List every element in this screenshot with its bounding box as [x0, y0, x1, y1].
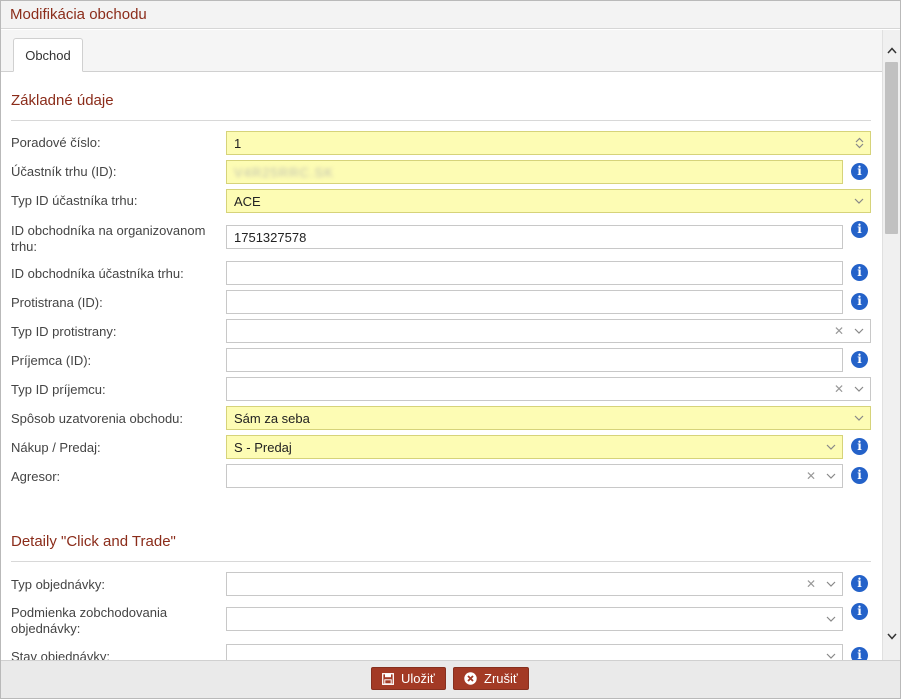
- label-podmienka: Podmienka zobchodovania objednávky:: [11, 605, 168, 636]
- save-label: Uložiť: [401, 671, 435, 686]
- cancel-icon: [464, 672, 477, 685]
- label-ucastnik-trhu: Účastník trhu (ID):: [11, 164, 117, 179]
- info-icon[interactable]: i: [851, 221, 868, 238]
- section-title-basic: Základné údaje: [11, 92, 114, 109]
- clear-icon[interactable]: ✕: [802, 577, 820, 591]
- ucastnik-trhu-input[interactable]: V4R25RRC.SK: [226, 160, 843, 184]
- label-stav-objednavky: Stav objednávky:: [11, 649, 111, 660]
- chevron-down-icon: [848, 415, 870, 421]
- label-prijemca: Príjemca (ID):: [11, 353, 92, 368]
- spinner-icon[interactable]: [848, 137, 870, 149]
- form-content: Základné údaje Poradové číslo: 1 Účastní…: [1, 72, 882, 660]
- info-icon[interactable]: i: [851, 163, 868, 180]
- clear-icon[interactable]: ✕: [802, 469, 820, 483]
- id-obchodnika-org-input[interactable]: 1751327578: [226, 225, 843, 249]
- info-icon[interactable]: i: [851, 467, 868, 484]
- clear-icon[interactable]: ✕: [830, 382, 848, 396]
- chevron-down-icon: [820, 581, 842, 587]
- label-poradove-cislo: Poradové číslo:: [11, 135, 101, 150]
- clear-icon[interactable]: ✕: [830, 324, 848, 338]
- typ-id-protistrany-select[interactable]: ✕: [226, 319, 871, 343]
- label-nakup-predaj: Nákup / Predaj:: [11, 440, 101, 455]
- id-obchodnika-ucastnika-input[interactable]: [226, 261, 843, 285]
- chevron-down-icon: [820, 473, 842, 479]
- typ-id-prijemcu-select[interactable]: ✕: [226, 377, 871, 401]
- chevron-down-icon: [820, 653, 842, 659]
- label-typ-id-protistrany: Typ ID protistrany:: [11, 324, 117, 339]
- label-id-obchodnika-ucastnika: ID obchodníka účastníka trhu:: [11, 266, 184, 281]
- chevron-down-icon: [848, 198, 870, 204]
- poradove-cislo-value: 1: [234, 135, 242, 151]
- typ-objednavky-select[interactable]: ✕: [226, 572, 843, 596]
- info-icon[interactable]: i: [851, 293, 868, 310]
- save-icon: [382, 672, 394, 685]
- section-divider: [11, 561, 871, 562]
- podmienka-select[interactable]: [226, 607, 843, 631]
- sposob-uzatvorenia-value: Sám za seba: [234, 410, 310, 426]
- dialog-footer: Uložiť Zrušiť: [1, 660, 900, 698]
- dialog-titlebar: Modifikácia obchodu: [1, 1, 900, 29]
- stav-objednavky-select[interactable]: [226, 644, 843, 660]
- id-obchodnika-org-value: 1751327578: [234, 229, 307, 245]
- dialog-window: Modifikácia obchodu Obchod Základné údaj…: [0, 0, 901, 699]
- tab-bar: Obchod: [1, 30, 882, 72]
- save-button[interactable]: Uložiť: [371, 667, 446, 690]
- sposob-uzatvorenia-select[interactable]: Sám za seba: [226, 406, 871, 430]
- chevron-down-icon: [848, 386, 870, 392]
- info-icon[interactable]: i: [851, 647, 868, 660]
- scroll-up-icon[interactable]: [887, 42, 897, 57]
- chevron-down-icon: [820, 616, 842, 622]
- label-typ-objednavky: Typ objednávky:: [11, 577, 105, 592]
- section-divider: [11, 120, 871, 121]
- tab-label: Obchod: [25, 47, 71, 63]
- agresor-select[interactable]: ✕: [226, 464, 843, 488]
- section-title-click-trade: Detaily "Click and Trade": [11, 533, 176, 550]
- tab-obchod[interactable]: Obchod: [13, 38, 83, 72]
- protistrana-input[interactable]: [226, 290, 843, 314]
- info-icon[interactable]: i: [851, 438, 868, 455]
- chevron-down-icon: [820, 444, 842, 450]
- info-icon[interactable]: i: [851, 351, 868, 368]
- label-typ-id-ucastnika: Typ ID účastníka trhu:: [11, 193, 138, 208]
- typ-id-ucastnika-select[interactable]: ACE: [226, 189, 871, 213]
- info-icon[interactable]: i: [851, 603, 868, 620]
- cancel-button[interactable]: Zrušiť: [453, 667, 529, 690]
- info-icon[interactable]: i: [851, 575, 868, 592]
- cancel-label: Zrušiť: [484, 671, 518, 686]
- info-icon[interactable]: i: [851, 264, 868, 281]
- prijemca-input[interactable]: [226, 348, 843, 372]
- nakup-predaj-value: S - Predaj: [234, 439, 292, 455]
- scroll-down-icon[interactable]: [887, 628, 897, 643]
- vertical-scrollbar[interactable]: [882, 30, 900, 660]
- poradove-cislo-stepper[interactable]: 1: [226, 131, 871, 155]
- label-agresor: Agresor:: [11, 469, 61, 484]
- label-id-obchodnika-org: ID obchodníka na organizovanom trhu:: [11, 223, 206, 254]
- label-typ-id-prijemcu: Typ ID príjemcu:: [11, 382, 106, 397]
- dialog-title: Modifikácia obchodu: [10, 6, 147, 23]
- chevron-down-icon: [848, 328, 870, 334]
- ucastnik-trhu-value: V4R25RRC.SK: [234, 164, 334, 180]
- scroll-thumb[interactable]: [885, 62, 898, 234]
- nakup-predaj-select[interactable]: S - Predaj: [226, 435, 843, 459]
- label-protistrana: Protistrana (ID):: [11, 295, 103, 310]
- label-sposob-uzatvorenia: Spôsob uzatvorenia obchodu:: [11, 411, 184, 426]
- typ-id-ucastnika-value: ACE: [234, 193, 261, 209]
